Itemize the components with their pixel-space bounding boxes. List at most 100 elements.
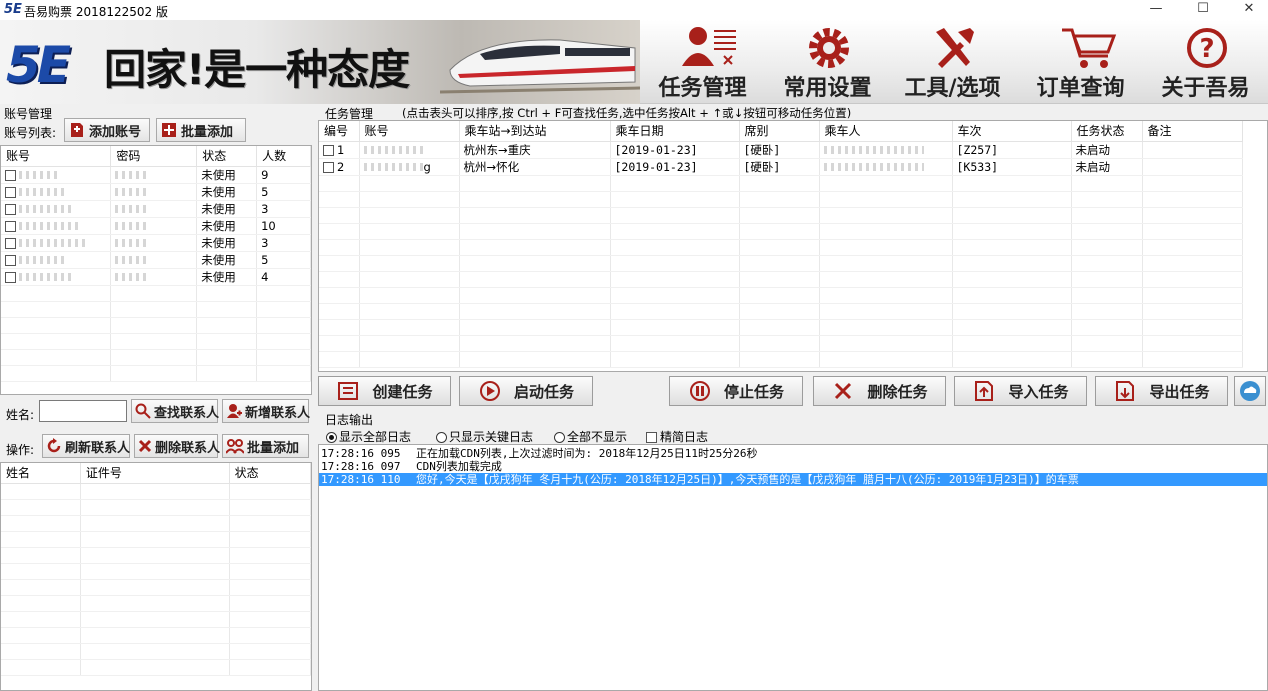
- row-checkbox[interactable]: [323, 144, 334, 156]
- refresh-contact-button[interactable]: 刷新联系人: [42, 434, 130, 458]
- row-checkbox[interactable]: [5, 220, 16, 232]
- row-checkbox[interactable]: [5, 254, 16, 266]
- table-row[interactable]: 未使用 10: [1, 217, 311, 235]
- close-button[interactable]: ✕: [1226, 0, 1268, 20]
- col-id-number[interactable]: 证件号: [80, 463, 230, 484]
- col-contact-status[interactable]: 状态: [229, 463, 311, 484]
- contact-name-input[interactable]: [39, 400, 127, 422]
- col-seat[interactable]: 席别: [739, 121, 820, 142]
- empty-row: [319, 207, 1243, 224]
- tasks-table[interactable]: 编号 账号 乘车站→到达站 乘车日期 席别 乘车人 车次 任务状态 备注 1 杭州…: [318, 120, 1268, 372]
- masked-value: [115, 239, 148, 247]
- row-checkbox[interactable]: [5, 169, 16, 181]
- empty-cell: [1, 515, 81, 532]
- empty-cell: [459, 335, 611, 352]
- empty-cell: [80, 611, 230, 628]
- col-task-status[interactable]: 任务状态: [1071, 121, 1143, 142]
- cloud-sync-button[interactable]: [1234, 376, 1266, 406]
- table-row[interactable]: 1 杭州东→重庆 [2019-01-23] [硬卧] [Z257] 未启动: [319, 141, 1243, 159]
- stop-task-button[interactable]: 停止任务: [669, 376, 803, 406]
- col-date[interactable]: 乘车日期: [610, 121, 740, 142]
- accounts-table[interactable]: 账号 密码 状态 人数 未使用 9 未使用 5 未使用 3 未使用 10 未使用 3 未使用 5 未使用…: [0, 145, 312, 395]
- col-account[interactable]: 账号: [1, 146, 112, 167]
- delete-task-button[interactable]: 删除任务: [813, 376, 946, 406]
- row-checkbox[interactable]: [323, 161, 334, 173]
- empty-cell: [1, 595, 81, 612]
- empty-cell: [1071, 351, 1143, 368]
- batch-add-contact-button[interactable]: 批量添加: [222, 434, 309, 458]
- task-route-cell: 杭州东→重庆: [459, 141, 611, 159]
- table-row[interactable]: 未使用 5: [1, 183, 311, 201]
- col-status[interactable]: 状态: [196, 146, 258, 167]
- nav-tools[interactable]: 工具/选项: [890, 20, 1015, 104]
- create-task-button[interactable]: 创建任务: [318, 376, 451, 406]
- nav-task-manage[interactable]: 任务管理: [640, 20, 765, 104]
- log-output[interactable]: 17:28:16 095 正在加载CDN列表,上次过滤时间为: 2018年12月2…: [318, 444, 1268, 691]
- table-row[interactable]: 未使用 3: [1, 200, 311, 218]
- empty-cell: [459, 207, 611, 224]
- import-task-button[interactable]: 导入任务: [954, 376, 1087, 406]
- col-task-no[interactable]: 编号: [319, 121, 360, 142]
- col-route[interactable]: 乘车站→到达站: [459, 121, 611, 142]
- col-task-account[interactable]: 账号: [359, 121, 460, 142]
- row-checkbox[interactable]: [5, 203, 16, 215]
- nav-settings[interactable]: 常用设置: [765, 20, 890, 104]
- log-option-all[interactable]: 显示全部日志: [326, 428, 411, 445]
- masked-value: [19, 239, 87, 247]
- log-line[interactable]: 17:28:16 095 正在加载CDN列表,上次过滤时间为: 2018年12月2…: [319, 447, 1267, 460]
- log-simple-checkbox[interactable]: 精简日志: [646, 428, 708, 445]
- empty-row: [319, 303, 1243, 320]
- col-count[interactable]: 人数: [256, 146, 311, 167]
- col-passenger[interactable]: 乘车人: [819, 121, 953, 142]
- task-seat-value: [硬卧]: [743, 142, 781, 157]
- empty-cell: [819, 191, 953, 208]
- table-row[interactable]: 未使用 9: [1, 166, 311, 184]
- masked-value: [19, 188, 66, 196]
- table-row[interactable]: 未使用 4: [1, 268, 311, 286]
- empty-row: [1, 333, 311, 350]
- log-line[interactable]: 17:28:16 110 您好,今天是【戊戌狗年 冬月十九(公历: 2018年12…: [319, 473, 1267, 486]
- table-row[interactable]: 未使用 3: [1, 234, 311, 252]
- find-contact-button[interactable]: 查找联系人: [131, 399, 219, 423]
- col-note[interactable]: 备注: [1142, 121, 1243, 142]
- masked-value: [115, 205, 148, 213]
- contacts-table[interactable]: 姓名 证件号 状态: [0, 462, 312, 691]
- nav-orders[interactable]: 订单查询: [1018, 20, 1143, 104]
- col-password[interactable]: 密码: [110, 146, 198, 167]
- password-cell: [110, 217, 198, 235]
- row-checkbox[interactable]: [5, 237, 16, 249]
- task-account-cell: g: [359, 158, 460, 176]
- col-contact-name[interactable]: 姓名: [1, 463, 81, 484]
- task-train-cell: [Z257]: [952, 141, 1072, 159]
- minimize-button[interactable]: —: [1133, 0, 1179, 20]
- masked-value: [115, 171, 148, 179]
- row-checkbox[interactable]: [5, 271, 16, 283]
- log-option-none[interactable]: 全部不显示: [554, 428, 627, 445]
- add-account-button[interactable]: 添加账号: [64, 118, 150, 142]
- col-train[interactable]: 车次: [952, 121, 1072, 142]
- row-checkbox[interactable]: [5, 186, 16, 198]
- table-row[interactable]: 2 g 杭州→怀化 [2019-01-23] [硬卧] [K533] 未启动: [319, 158, 1243, 176]
- log-line[interactable]: 17:28:16 097 CDN列表加载完成: [319, 460, 1267, 473]
- nav-about[interactable]: ? 关于吾易: [1143, 20, 1268, 104]
- empty-row: [1, 627, 311, 644]
- task-status-value: 未启动: [1075, 142, 1111, 157]
- start-task-button[interactable]: 启动任务: [459, 376, 593, 406]
- radio-icon: [436, 432, 447, 443]
- export-task-button[interactable]: 导出任务: [1095, 376, 1228, 406]
- masked-value: [115, 256, 148, 264]
- log-simple-label: 精简日志: [660, 430, 709, 444]
- empty-cell: [459, 319, 611, 336]
- maximize-button[interactable]: ☐: [1180, 0, 1226, 20]
- table-row[interactable]: 未使用 5: [1, 251, 311, 269]
- log-option-key[interactable]: 只显示关键日志: [436, 428, 533, 445]
- new-contact-button[interactable]: 新增联系人: [222, 399, 310, 423]
- empty-cell: [610, 271, 740, 288]
- delete-contact-button[interactable]: 删除联系人: [134, 434, 220, 458]
- empty-row: [1, 285, 311, 302]
- empty-cell: [1071, 271, 1143, 288]
- task-manage-icon: [682, 27, 736, 66]
- cloud-icon: [1240, 381, 1260, 401]
- empty-cell: [1, 643, 81, 660]
- batch-add-account-button[interactable]: 批量添加: [156, 118, 246, 142]
